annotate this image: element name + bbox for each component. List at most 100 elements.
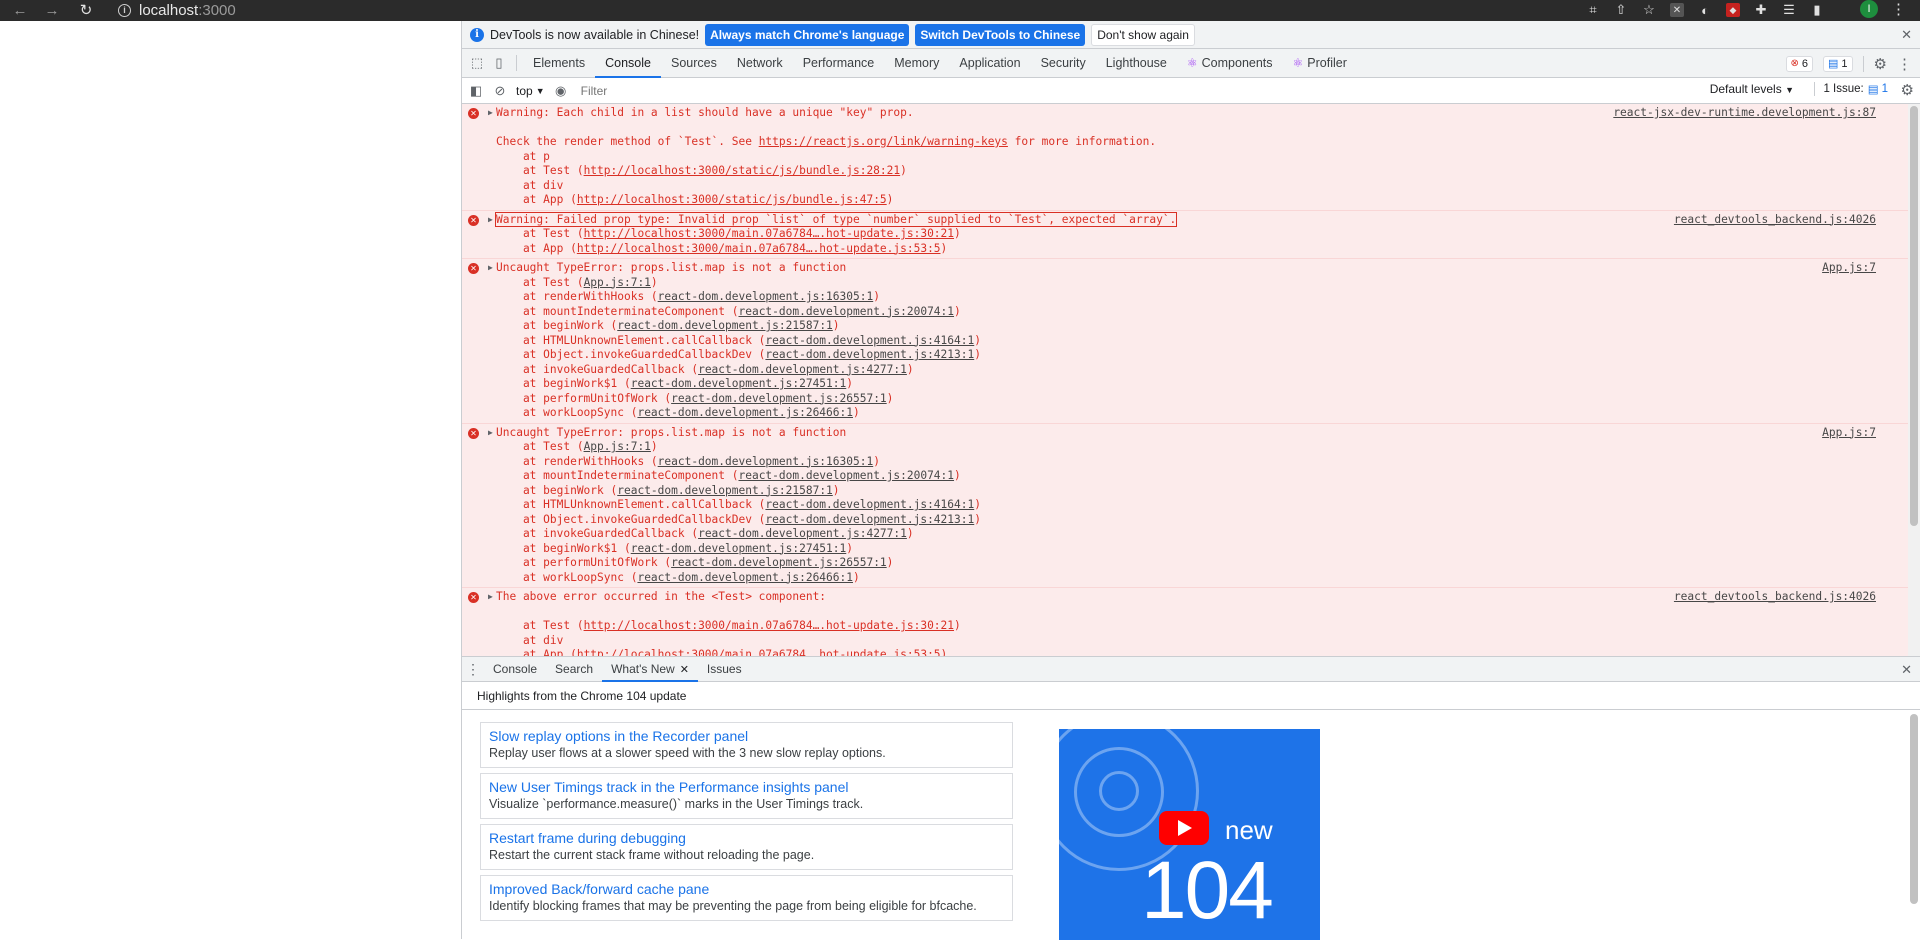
close-drawer-icon[interactable]: ✕ xyxy=(1901,662,1912,678)
stack-link[interactable]: http://localhost:3000/main.07a6784….hot-… xyxy=(577,242,941,255)
drawer-menu-icon[interactable]: ⋮ xyxy=(462,657,484,681)
tab-lighthouse[interactable]: Lighthouse xyxy=(1096,49,1177,77)
more-options-icon[interactable]: ⋮ xyxy=(1897,55,1912,73)
tab-network[interactable]: Network xyxy=(727,49,793,77)
forward-icon[interactable]: → xyxy=(42,1,62,19)
bookmark-star-icon[interactable]: ☆ xyxy=(1642,2,1656,17)
stack-link[interactable]: react-dom.development.js:20074:1 xyxy=(738,469,954,482)
drawer-tab-whats-new[interactable]: What's New ✕ xyxy=(602,657,698,682)
expand-triangle-icon[interactable]: ▶ xyxy=(488,426,493,441)
inspect-element-icon[interactable]: ⬚ xyxy=(466,49,488,77)
tab-components[interactable]: ⚛ Components xyxy=(1177,49,1283,77)
drawer-scrollbar[interactable] xyxy=(1910,714,1918,904)
source-link[interactable]: react_devtools_backend.js:4026 xyxy=(1674,213,1876,228)
stack-link[interactable]: react-dom.development.js:20074:1 xyxy=(738,305,954,318)
stack-link[interactable]: react-dom.development.js:4164:1 xyxy=(765,498,974,511)
stack-link[interactable]: https://reactjs.org/link/warning-keys xyxy=(759,135,1008,148)
console-error-message[interactable]: ✕ ▶ Warning: Failed prop type: Invalid pro… xyxy=(462,210,1920,259)
side-panel-icon[interactable]: ▮ xyxy=(1810,2,1824,17)
browser-menu-icon[interactable]: ⋮ xyxy=(1891,0,1906,18)
feature-title[interactable]: Improved Back/forward cache pane xyxy=(489,880,1004,898)
stack-link[interactable]: react-dom.development.js:4277:1 xyxy=(698,527,907,540)
stack-link[interactable]: http://localhost:3000/main.07a6784….hot-… xyxy=(584,227,954,240)
feature-card[interactable]: Improved Back/forward cache pane Identif… xyxy=(480,875,1013,921)
source-link[interactable]: App.js:7 xyxy=(1822,261,1876,276)
stack-link[interactable]: react-dom.development.js:27451:1 xyxy=(631,542,847,555)
address-bar[interactable]: i localhost:3000 xyxy=(118,1,236,19)
filter-input[interactable] xyxy=(576,81,1627,100)
source-link[interactable]: App.js:7 xyxy=(1822,426,1876,441)
extension-red-icon[interactable]: ◆ xyxy=(1726,3,1740,17)
settings-gear-icon[interactable]: ⚙ xyxy=(1874,55,1887,73)
clear-console-icon[interactable]: ⊘ xyxy=(492,83,508,99)
stack-link[interactable]: react-dom.development.js:26466:1 xyxy=(637,406,853,419)
site-info-icon[interactable]: i xyxy=(118,3,131,17)
back-icon[interactable]: ← xyxy=(10,1,30,19)
close-icon[interactable]: ✕ xyxy=(1901,27,1912,43)
stack-link[interactable]: http://localhost:3000/main.07a6784….hot-… xyxy=(584,619,954,632)
expand-triangle-icon[interactable]: ▶ xyxy=(488,261,493,276)
feature-title[interactable]: Slow replay options in the Recorder pane… xyxy=(489,727,1004,745)
source-link[interactable]: react-jsx-dev-runtime.development.js:87 xyxy=(1613,106,1876,121)
stack-link[interactable]: react-dom.development.js:16305:1 xyxy=(658,455,874,468)
message-counter[interactable]: ▤ 1 xyxy=(1823,55,1853,72)
feature-title[interactable]: Restart frame during debugging xyxy=(489,829,1004,847)
close-tab-icon[interactable]: ✕ xyxy=(680,663,689,676)
feature-card[interactable]: Restart frame during debugging Restart t… xyxy=(480,824,1013,870)
reload-icon[interactable]: ↻ xyxy=(76,1,96,19)
stack-link[interactable]: react-dom.development.js:4277:1 xyxy=(698,363,907,376)
tab-security[interactable]: Security xyxy=(1031,49,1096,77)
drawer-tab-search[interactable]: Search xyxy=(546,657,602,681)
drawer-tab-console[interactable]: Console xyxy=(484,657,546,681)
stack-link[interactable]: http://localhost:3000/static/js/bundle.j… xyxy=(577,193,887,206)
sidebar-toggle-icon[interactable]: ◧ xyxy=(468,83,484,99)
error-counter[interactable]: ⊗ 6 xyxy=(1785,55,1814,72)
scrollbar-thumb[interactable] xyxy=(1910,106,1918,526)
tab-elements[interactable]: Elements xyxy=(523,49,595,77)
log-levels-dropdown[interactable]: Default levels ▼ xyxy=(1710,82,1794,96)
reading-list-icon[interactable]: ☰ xyxy=(1782,2,1796,17)
feature-title[interactable]: New User Timings track in the Performanc… xyxy=(489,778,1004,796)
tab-profiler[interactable]: ⚛ Profiler xyxy=(1283,49,1357,77)
expand-triangle-icon[interactable]: ▶ xyxy=(488,590,493,605)
tab-memory[interactable]: Memory xyxy=(884,49,949,77)
context-selector[interactable]: top ▼ xyxy=(516,84,545,98)
feature-card[interactable]: New User Timings track in the Performanc… xyxy=(480,773,1013,819)
console-error-message[interactable]: ✕ ▶ Uncaught TypeError: props.list.map is … xyxy=(462,259,1920,424)
expand-triangle-icon[interactable]: ▶ xyxy=(488,106,493,121)
stack-link[interactable]: react-dom.development.js:21587:1 xyxy=(617,484,833,497)
source-link[interactable]: react_devtools_backend.js:4026 xyxy=(1674,590,1876,605)
stack-link[interactable]: react-dom.development.js:27451:1 xyxy=(631,377,847,390)
switch-to-chinese-button[interactable]: Switch DevTools to Chinese xyxy=(915,23,1086,46)
tab-console[interactable]: Console xyxy=(595,49,661,78)
share-icon[interactable]: ⇧ xyxy=(1614,2,1628,17)
stack-link[interactable]: App.js:7:1 xyxy=(584,276,651,289)
stack-link[interactable]: react-dom.development.js:4213:1 xyxy=(765,348,974,361)
tab-application[interactable]: Application xyxy=(949,49,1030,77)
live-expression-eye-icon[interactable]: ◉ xyxy=(553,83,569,99)
stack-link[interactable]: react-dom.development.js:26557:1 xyxy=(671,556,887,569)
youtube-play-icon[interactable] xyxy=(1159,811,1209,845)
dont-show-again-button[interactable]: Don't show again xyxy=(1091,23,1195,46)
drawer-tab-issues[interactable]: Issues xyxy=(698,657,751,681)
extension-circle-icon[interactable]: ◐ xyxy=(1698,3,1712,18)
stack-link[interactable]: http://localhost:3000/main.07a6784….hot-… xyxy=(577,648,941,656)
stack-link[interactable]: App.js:7:1 xyxy=(584,440,651,453)
translate-icon[interactable]: ⌗ xyxy=(1586,2,1600,17)
stack-link[interactable]: react-dom.development.js:16305:1 xyxy=(658,290,874,303)
console-error-message[interactable]: ✕ ▶ Warning: Each child in a list should h… xyxy=(462,104,1920,211)
console-error-message[interactable]: ✕ ▶ Uncaught TypeError: props.list.map is … xyxy=(462,423,1920,588)
stack-link[interactable]: react-dom.development.js:4213:1 xyxy=(765,513,974,526)
tab-performance[interactable]: Performance xyxy=(793,49,885,77)
console-error-message[interactable]: ✕ ▶ The above error occurred in the <Test>… xyxy=(462,588,1920,656)
expand-triangle-icon[interactable]: ▶ xyxy=(488,213,493,228)
always-match-language-button[interactable]: Always match Chrome's language xyxy=(705,23,910,46)
issues-button[interactable]: 1 Issue: ▤ 1 xyxy=(1814,82,1888,96)
whats-new-video-thumbnail[interactable]: new 104 xyxy=(1059,729,1320,940)
avatar[interactable]: I xyxy=(1860,0,1878,18)
tab-sources[interactable]: Sources xyxy=(661,49,727,77)
stack-link[interactable]: react-dom.development.js:26466:1 xyxy=(637,571,853,584)
device-toolbar-icon[interactable]: ▯ xyxy=(488,49,510,77)
console-scrollbar[interactable] xyxy=(1908,104,1920,656)
extension-x-icon[interactable]: ✕ xyxy=(1670,3,1684,17)
